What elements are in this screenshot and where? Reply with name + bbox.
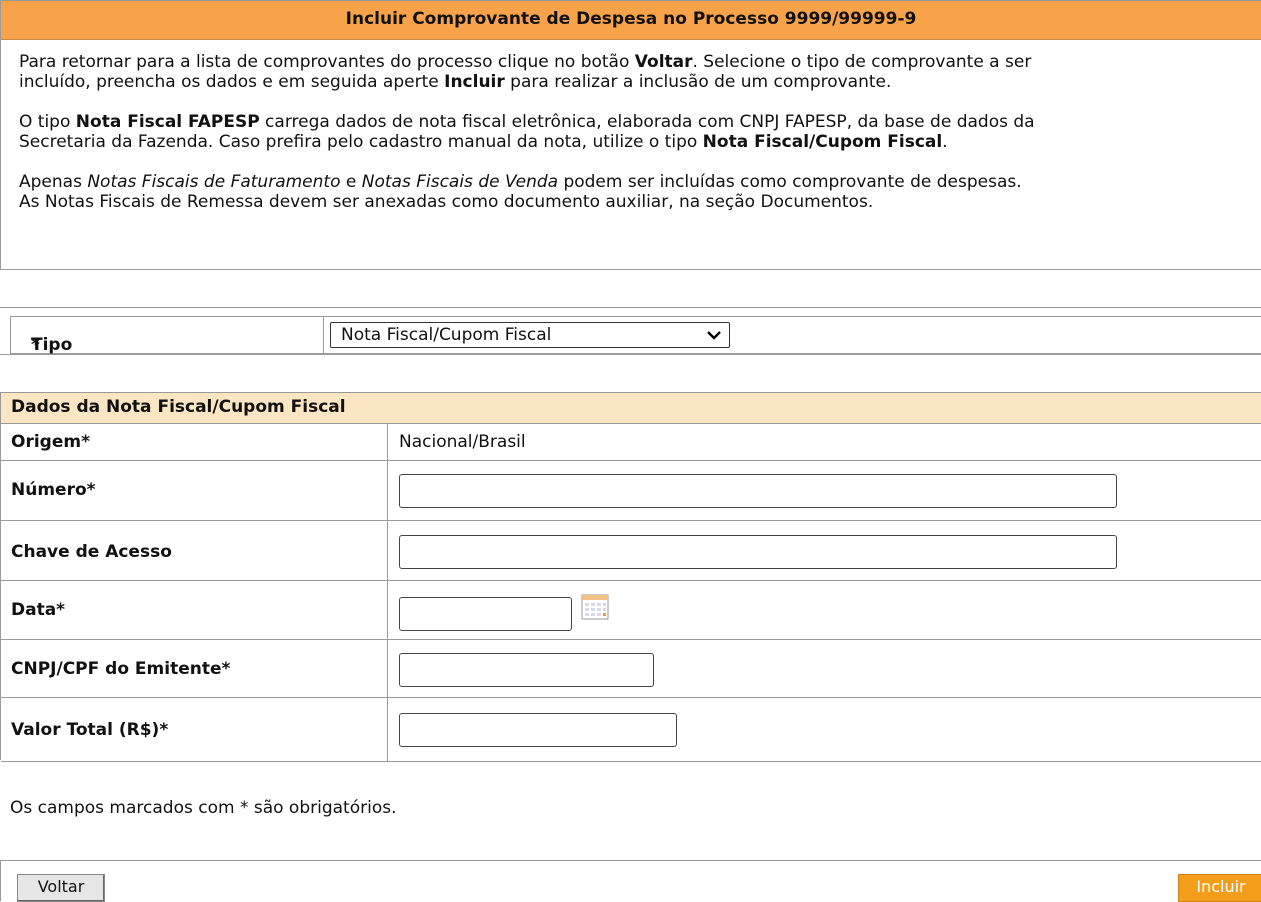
required-fields-note: Os campos marcados com * são obrigatório… <box>10 798 397 818</box>
form-row-data: Data* <box>1 581 1261 640</box>
instructions-line: Para retornar para a lista de comprovant… <box>19 52 1032 72</box>
instructions-line: As Notas Fiscais de Remessa devem ser an… <box>19 192 874 212</box>
button-bar: Voltar Incluir <box>0 860 1261 902</box>
tipo-row: Tipo * Nota Fiscal/Cupom Fiscal <box>0 307 1261 355</box>
origem-label: Origem* <box>11 432 90 452</box>
numero-input[interactable] <box>399 474 1117 508</box>
data-label: Data* <box>11 600 66 620</box>
instructions-line: Secretaria da Fazenda. Caso prefira pelo… <box>19 132 948 152</box>
cnpj-label: CNPJ/CPF do Emitente* <box>11 659 231 679</box>
tipo-select-cell: Nota Fiscal/Cupom Fiscal <box>323 316 1261 354</box>
instructions-line: Apenas Notas Fiscais de Faturamento e No… <box>19 172 1022 192</box>
tipo-select[interactable]: Nota Fiscal/Cupom Fiscal <box>330 322 730 348</box>
data-input[interactable] <box>399 597 572 631</box>
valor-total-input[interactable] <box>399 713 677 747</box>
page-title: Incluir Comprovante de Despesa no Proces… <box>1 1 1261 40</box>
form-row-origem: Origem* Nacional/Brasil <box>1 424 1261 461</box>
incluir-button[interactable]: Incluir <box>1178 874 1261 902</box>
voltar-button[interactable]: Voltar <box>17 874 105 902</box>
tipo-label-cell: Tipo * <box>10 316 325 355</box>
nota-fiscal-form: Dados da Nota Fiscal/Cupom Fiscal Origem… <box>0 392 1261 762</box>
tipo-selected-value: Nota Fiscal/Cupom Fiscal <box>341 325 552 345</box>
form-row-valor: Valor Total (R$)* <box>1 698 1261 762</box>
chave-acesso-label: Chave de Acesso <box>11 542 172 562</box>
instructions-text: Para retornar para a lista de comprovant… <box>1 52 1261 212</box>
section-title: Dados da Nota Fiscal/Cupom Fiscal <box>1 393 1261 424</box>
chevron-down-icon <box>707 331 721 340</box>
calendar-icon[interactable] <box>581 594 609 620</box>
cnpj-input[interactable] <box>399 653 654 687</box>
instructions-panel: Incluir Comprovante de Despesa no Proces… <box>0 0 1261 270</box>
numero-label: Número* <box>11 480 96 500</box>
origem-value: Nacional/Brasil <box>399 432 526 452</box>
instructions-line: incluído, preencha os dados e em seguida… <box>19 72 892 92</box>
valor-total-label: Valor Total (R$)* <box>11 720 169 740</box>
form-row-chave: Chave de Acesso <box>1 521 1261 581</box>
form-row-cnpj: CNPJ/CPF do Emitente* <box>1 640 1261 698</box>
form-row-numero: Número* <box>1 461 1261 521</box>
instructions-line: O tipo Nota Fiscal FAPESP carrega dados … <box>19 112 1035 132</box>
chave-acesso-input[interactable] <box>399 535 1117 569</box>
